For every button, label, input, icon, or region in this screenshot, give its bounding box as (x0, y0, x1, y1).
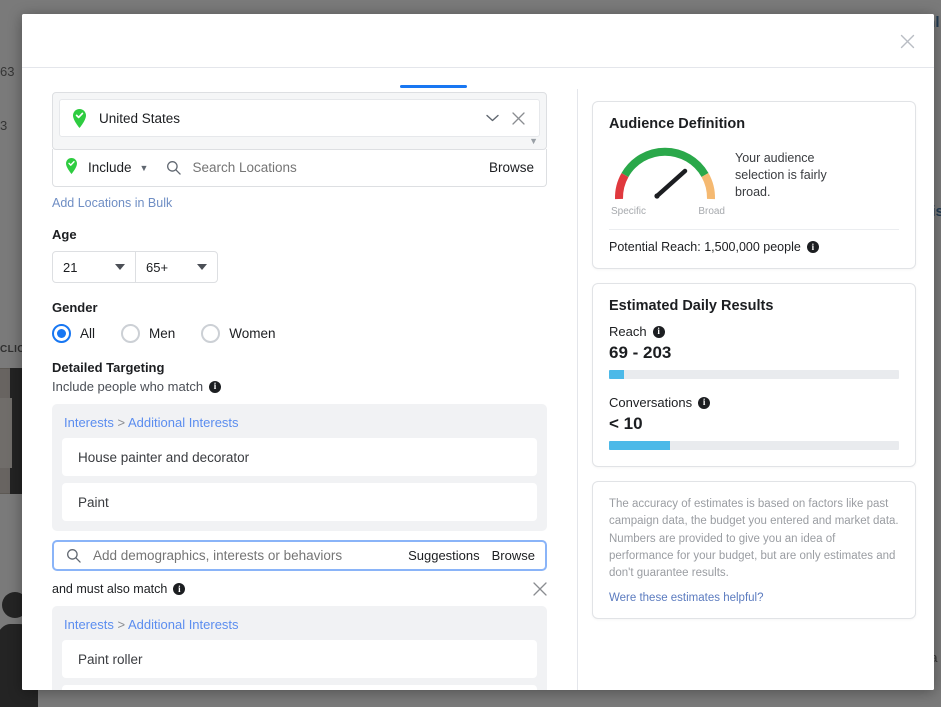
location-chip-united-states[interactable]: United States (59, 99, 540, 137)
targeting-tag[interactable]: House painter and decorator (62, 438, 537, 476)
metric-bar-reach (609, 370, 899, 379)
audience-definition-title: Audience Definition (609, 116, 746, 132)
estimates-feedback-link[interactable]: Were these estimates helpful? (609, 592, 899, 604)
search-icon (166, 160, 182, 175)
metric-name: Reach (609, 324, 647, 339)
locations-scroll-caret-icon: ▼ (529, 136, 538, 146)
info-icon[interactable]: i (652, 325, 665, 338)
tab-active-indicator (400, 85, 467, 88)
gender-option-all[interactable]: All (52, 324, 95, 343)
targeting-tag[interactable]: Primer (paint) (62, 685, 537, 690)
gauge-high-label: Broad (698, 206, 725, 217)
metric-bar-conversations (609, 441, 899, 450)
metric-bar-fill (609, 370, 624, 379)
map-pin-check-icon (65, 158, 80, 177)
estimates-disclaimer-text: The accuracy of estimates is based on fa… (609, 498, 899, 579)
gender-option-label: Women (229, 326, 276, 341)
info-icon[interactable]: i (698, 396, 711, 409)
age-max-value: 65+ (146, 259, 169, 275)
caret-down-icon[interactable]: ▼ (140, 163, 149, 173)
potential-reach-text: Potential Reach: 1,500,000 people (609, 240, 801, 254)
estimated-results-title: Estimated Daily Results (609, 298, 774, 314)
metric-value-conversations: < 10 (609, 414, 643, 433)
age-max-select[interactable]: 65+ (135, 252, 217, 282)
chevron-down-icon[interactable] (481, 107, 503, 129)
divider (609, 229, 899, 230)
metric-label-conversations: Conversations i (609, 395, 899, 410)
info-icon[interactable]: i (806, 241, 819, 253)
locations-box: United States ▼ (52, 92, 547, 150)
info-icon[interactable]: i (173, 583, 186, 595)
breadcrumb: Interests > Additional Interests (64, 415, 537, 430)
gender-option-label: Men (149, 326, 176, 341)
gauge-low-label: Specific (611, 206, 647, 217)
tab-strip (22, 68, 934, 89)
detailed-targeting-label: Detailed Targeting (52, 360, 165, 375)
include-mode-label[interactable]: Include (88, 160, 132, 175)
radio-indicator (121, 324, 141, 343)
add-locations-in-bulk-link[interactable]: Add Locations in Bulk (52, 196, 547, 210)
age-range-group: 21 65+ (52, 251, 218, 283)
age-min-select[interactable]: 21 (53, 252, 135, 282)
breadcrumb-root[interactable]: Interests (64, 617, 114, 632)
breadcrumb-separator: > (117, 415, 126, 430)
caret-down-icon (115, 264, 125, 270)
breadcrumb-leaf[interactable]: Additional Interests (128, 415, 239, 430)
location-search-row: Include ▼ Browse (52, 149, 547, 187)
page-root: 63 3 CLICK T inl ais pa (0, 0, 941, 707)
search-icon (66, 548, 81, 563)
audience-definition-note: Your audience selection is fairly broad. (735, 151, 827, 199)
gender-option-label: All (80, 326, 96, 341)
estimated-daily-results-card: Estimated Daily Results Reach i 69 - 203… (592, 283, 916, 467)
breadcrumb-root[interactable]: Interests (64, 415, 114, 430)
include-people-who-match-label: Include people who match i (52, 379, 547, 394)
audience-gauge: Specific Broad (609, 142, 727, 217)
gender-option-men[interactable]: Men (121, 324, 175, 343)
location-browse-button[interactable]: Browse (489, 160, 534, 175)
breadcrumb-leaf[interactable]: Additional Interests (128, 617, 239, 632)
modal-header (22, 14, 934, 68)
modal-body: United States ▼ Include ▼ Search Locatio… (22, 89, 934, 690)
must-also-match-label: and must also match (52, 582, 168, 596)
caret-down-icon (197, 264, 207, 270)
breadcrumb-separator: > (117, 617, 126, 632)
targeting-group-narrow: Interests > Additional Interests Paint r… (52, 606, 547, 690)
age-section-label: Age (52, 227, 77, 242)
age-min-value: 21 (63, 259, 78, 275)
estimates-column: Audience Definition Specific Broad Your … (577, 89, 934, 690)
targeting-form-column: United States ▼ Include ▼ Search Locatio… (22, 89, 577, 690)
add-targeting-input[interactable] (91, 547, 397, 564)
suggestions-button[interactable]: Suggestions (408, 548, 480, 563)
include-people-text: Include people who match (52, 379, 204, 394)
map-pin-check-icon (72, 108, 87, 128)
location-search-input[interactable] (190, 159, 489, 176)
metric-value-reach: 69 - 203 (609, 343, 672, 362)
metric-name: Conversations (609, 395, 693, 410)
metric-bar-fill (609, 441, 670, 450)
radio-indicator (201, 324, 221, 343)
targeting-tag[interactable]: Paint (62, 483, 537, 521)
info-icon[interactable]: i (209, 380, 222, 393)
gender-option-women[interactable]: Women (201, 324, 276, 343)
estimates-disclaimer-card: The accuracy of estimates is based on fa… (592, 481, 916, 620)
metric-label-reach: Reach i (609, 324, 899, 339)
browse-button[interactable]: Browse (492, 548, 535, 563)
breadcrumb: Interests > Additional Interests (64, 617, 537, 632)
gender-radio-group: All Men Women (52, 324, 547, 343)
radio-indicator (52, 324, 71, 343)
targeting-modal: United States ▼ Include ▼ Search Locatio… (22, 14, 934, 690)
audience-definition-card: Audience Definition Specific Broad Your … (592, 101, 916, 269)
remove-location-icon[interactable] (507, 107, 529, 129)
must-also-match-row: and must also match i (52, 582, 547, 596)
gender-section-label: Gender (52, 300, 98, 315)
location-chip-label: United States (99, 110, 181, 126)
add-targeting-search-bar[interactable]: Suggestions Browse (52, 540, 547, 571)
targeting-tag[interactable]: Paint roller (62, 640, 537, 678)
remove-narrow-group-icon[interactable] (533, 582, 547, 596)
close-icon[interactable] (894, 28, 920, 54)
potential-reach-row: Potential Reach: 1,500,000 people i (609, 240, 899, 254)
targeting-group-include: Interests > Additional Interests House p… (52, 404, 547, 531)
